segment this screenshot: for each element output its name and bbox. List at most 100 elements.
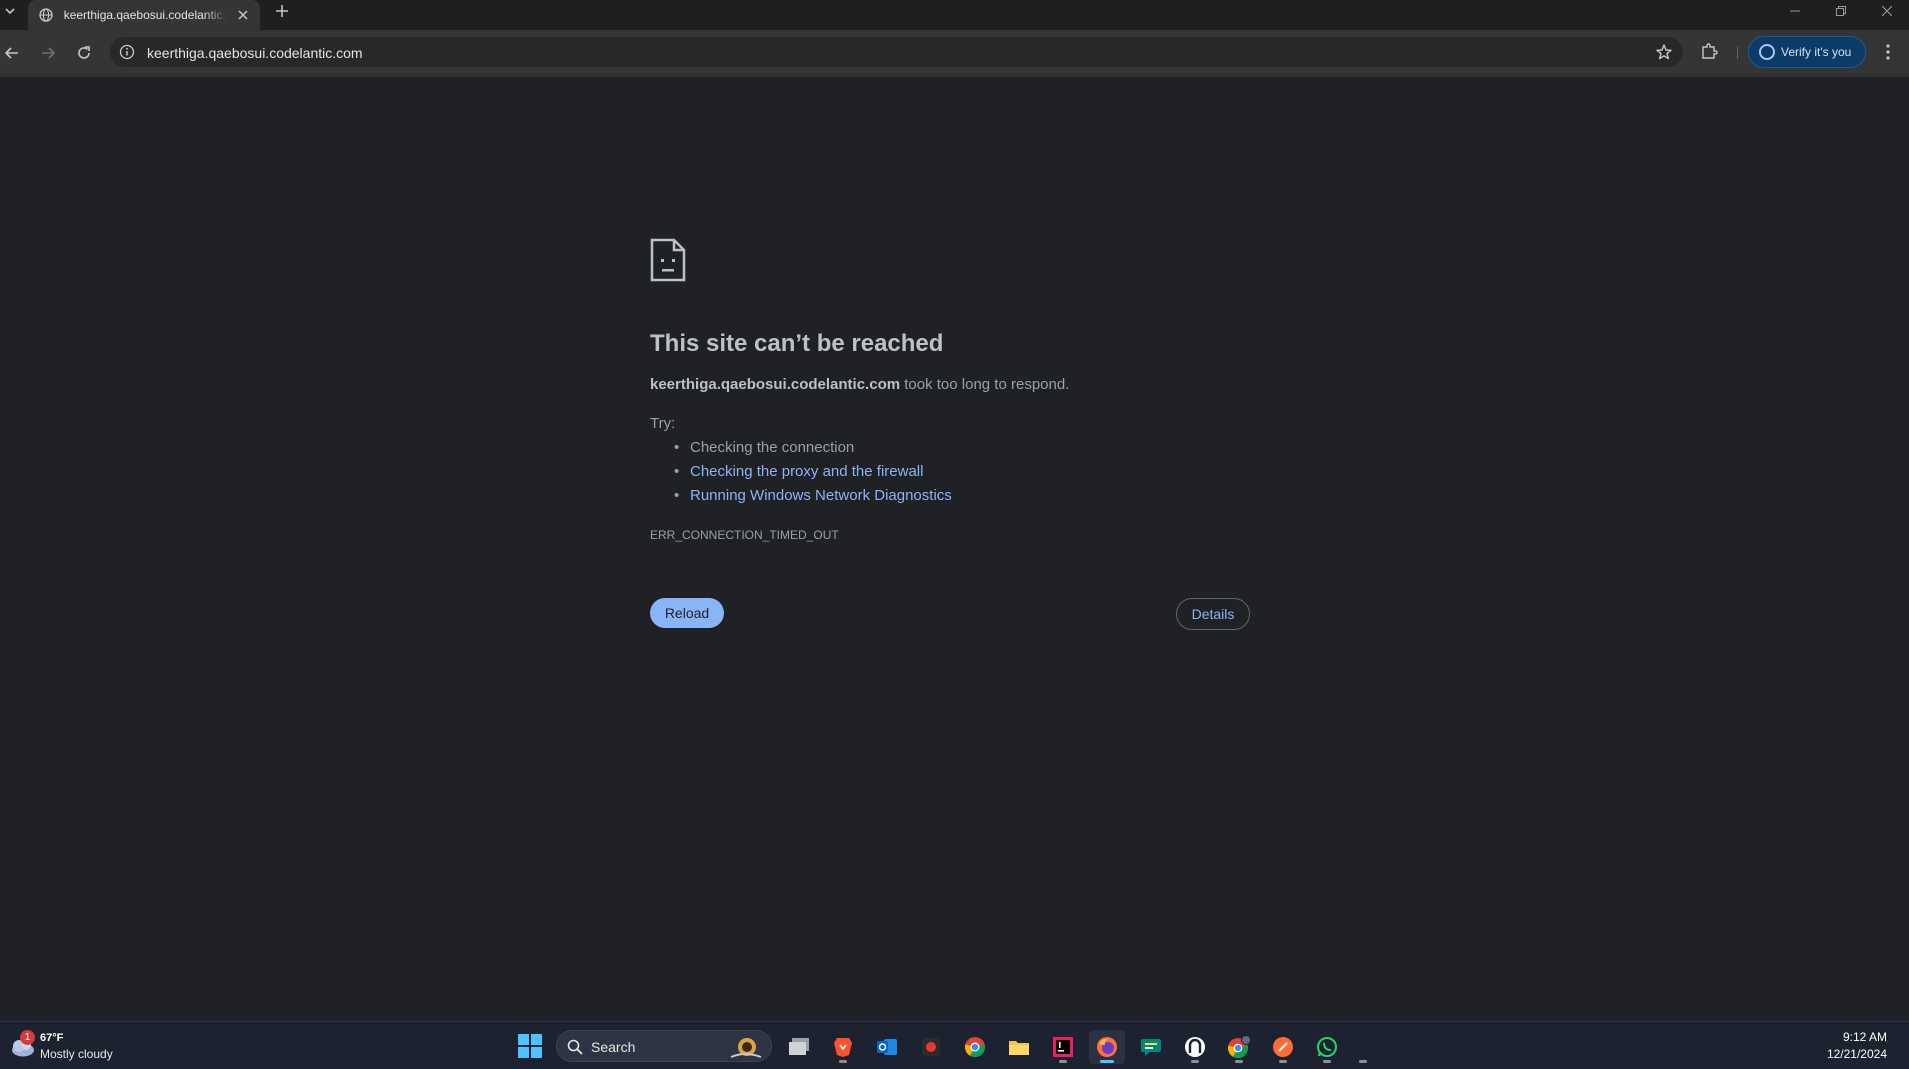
clock-time: 9:12 AM: [1842, 1030, 1887, 1044]
running-indicator: [1191, 1060, 1199, 1063]
taskbar-app-circle[interactable]: [1177, 1030, 1213, 1064]
page-content: This site can’t be reached keerthiga.qae…: [0, 77, 1909, 1021]
puzzle-icon: [1702, 43, 1718, 59]
taskbar-app-file-explorer-alt[interactable]: [781, 1030, 817, 1064]
plus-icon: [276, 5, 288, 17]
taskbar-search[interactable]: Search: [556, 1030, 772, 1062]
taskbar-app-outlook[interactable]: [869, 1030, 905, 1064]
arrow-right-icon: [42, 47, 55, 59]
suggestion-item: Checking the proxy and the firewall: [674, 463, 952, 487]
folder-icon: [1009, 1041, 1029, 1055]
restore-icon: [1836, 6, 1846, 16]
running-indicator: [1323, 1060, 1331, 1063]
running-indicator: [1359, 1060, 1367, 1063]
new-tab-button[interactable]: [270, 0, 294, 22]
running-indicator: [1059, 1060, 1067, 1063]
close-window-button[interactable]: [1865, 0, 1909, 22]
intellij-icon: [1053, 1037, 1073, 1057]
browser-toolbar: keerthiga.qaebosui.codelantic.com: [0, 30, 1909, 74]
taskbar-app-screen-recorder[interactable]: [913, 1030, 949, 1064]
taskbar-app-hidden[interactable]: [1353, 1030, 1373, 1064]
browser-tab[interactable]: keerthiga.qaebosui.codelantic.com: [28, 0, 260, 30]
suggestion-link-proxy[interactable]: Checking the proxy and the firewall: [690, 463, 923, 480]
running-indicator: [1235, 1060, 1243, 1063]
weather-temperature: 67°F: [40, 1032, 64, 1044]
forward-button[interactable]: [36, 41, 60, 65]
error-message: took too long to respond.: [900, 376, 1070, 393]
taskbar-app-file-explorer[interactable]: [1001, 1030, 1037, 1064]
clock-date: 12/21/2024: [1826, 1047, 1887, 1061]
taskbar-app-whatsapp[interactable]: [1309, 1030, 1345, 1064]
taskbar-app-firefox[interactable]: [1089, 1030, 1125, 1064]
taskbar-app-chrome[interactable]: [957, 1030, 993, 1064]
chrome-profile-icon: [1227, 1035, 1251, 1059]
sad-document-icon: [650, 238, 686, 282]
taskbar: 1 67°F Mostly cloudy Search 9:12 AM 12/2…: [0, 1021, 1909, 1069]
system-clock[interactable]: 9:12 AM 12/21/2024: [1827, 1029, 1887, 1063]
verify-label: Verify it's you: [1781, 45, 1852, 59]
reload-toolbar-button[interactable]: [72, 41, 96, 65]
start-button[interactable]: [518, 1034, 542, 1058]
record-icon: [922, 1038, 940, 1056]
running-indicator: [839, 1060, 847, 1063]
minimize-icon: [1790, 10, 1800, 12]
close-icon: [1882, 6, 1892, 16]
firefox-icon: [1097, 1037, 1117, 1057]
search-highlight-icon: [727, 1035, 763, 1059]
chevron-down-icon: [5, 8, 15, 15]
search-label: Search: [591, 1039, 636, 1055]
tab-strip: keerthiga.qaebosui.codelantic.com: [0, 0, 1909, 30]
postman-icon: [1273, 1037, 1293, 1057]
weather-badge: 1: [20, 1030, 35, 1045]
window-stack-icon: [789, 1038, 809, 1055]
globe-icon: [38, 7, 54, 23]
restore-button[interactable]: [1819, 0, 1863, 22]
weather-condition: Mostly cloudy: [40, 1047, 113, 1061]
active-indicator: [1100, 1060, 1114, 1063]
taskbar-app-chat[interactable]: [1133, 1030, 1169, 1064]
outlook-icon: [877, 1039, 897, 1055]
taskbar-app-brave[interactable]: [825, 1030, 861, 1064]
suggestion-item: Checking the connection: [674, 439, 952, 463]
suggestion-link-diagnostics[interactable]: Running Windows Network Diagnostics: [690, 487, 952, 504]
error-title: This site can’t be reached: [650, 330, 944, 357]
address-url: keerthiga.qaebosui.codelantic.com: [147, 45, 363, 61]
close-icon[interactable]: [234, 6, 252, 24]
running-indicator: [1279, 1060, 1287, 1063]
suggestion-item: Running Windows Network Diagnostics: [674, 487, 952, 511]
try-label: Try:: [650, 415, 676, 432]
error-host: keerthiga.qaebosui.codelantic.com: [650, 376, 901, 393]
extensions-button[interactable]: [1700, 42, 1720, 62]
chat-icon: [1141, 1039, 1161, 1056]
details-button[interactable]: Details: [1176, 598, 1250, 630]
search-icon: [567, 1039, 583, 1055]
tab-search-button[interactable]: [0, 0, 20, 22]
arrow-left-icon: [5, 47, 18, 59]
kebab-menu-icon: [1886, 44, 1890, 60]
minimize-button[interactable]: [1773, 0, 1817, 22]
windows-logo-icon: [518, 1034, 542, 1058]
browser-menu-button[interactable]: [1880, 43, 1896, 61]
suggestion-list: Checking the connection Checking the pro…: [674, 439, 952, 511]
star-icon[interactable]: [1655, 43, 1673, 61]
suggestion-text: Checking the connection: [690, 439, 855, 456]
taskbar-app-postman[interactable]: [1265, 1030, 1301, 1064]
weather-widget[interactable]: 1 67°F Mostly cloudy: [8, 1030, 128, 1064]
chrome-icon: [964, 1037, 986, 1058]
error-code: ERR_CONNECTION_TIMED_OUT: [650, 528, 839, 542]
profile-verify-button[interactable]: Verify it's you: [1748, 36, 1866, 68]
error-description: keerthiga.qaebosui.codelantic.com took t…: [650, 376, 1069, 393]
whatsapp-icon: [1317, 1037, 1337, 1057]
brave-icon: [834, 1038, 852, 1057]
profile-avatar-icon: [1759, 44, 1775, 60]
taskbar-app-intellij[interactable]: [1045, 1030, 1081, 1064]
app-circle-icon: [1185, 1037, 1205, 1057]
tab-title: keerthiga.qaebosui.codelantic.com: [63, 8, 229, 22]
refresh-icon: [78, 46, 90, 59]
address-bar[interactable]: keerthiga.qaebosui.codelantic.com: [110, 37, 1683, 67]
toolbar-separator: [1737, 47, 1738, 59]
reload-button[interactable]: Reload: [650, 598, 724, 628]
back-button[interactable]: [0, 41, 24, 65]
info-icon[interactable]: [119, 44, 135, 60]
taskbar-app-chrome-profile[interactable]: [1221, 1030, 1257, 1064]
